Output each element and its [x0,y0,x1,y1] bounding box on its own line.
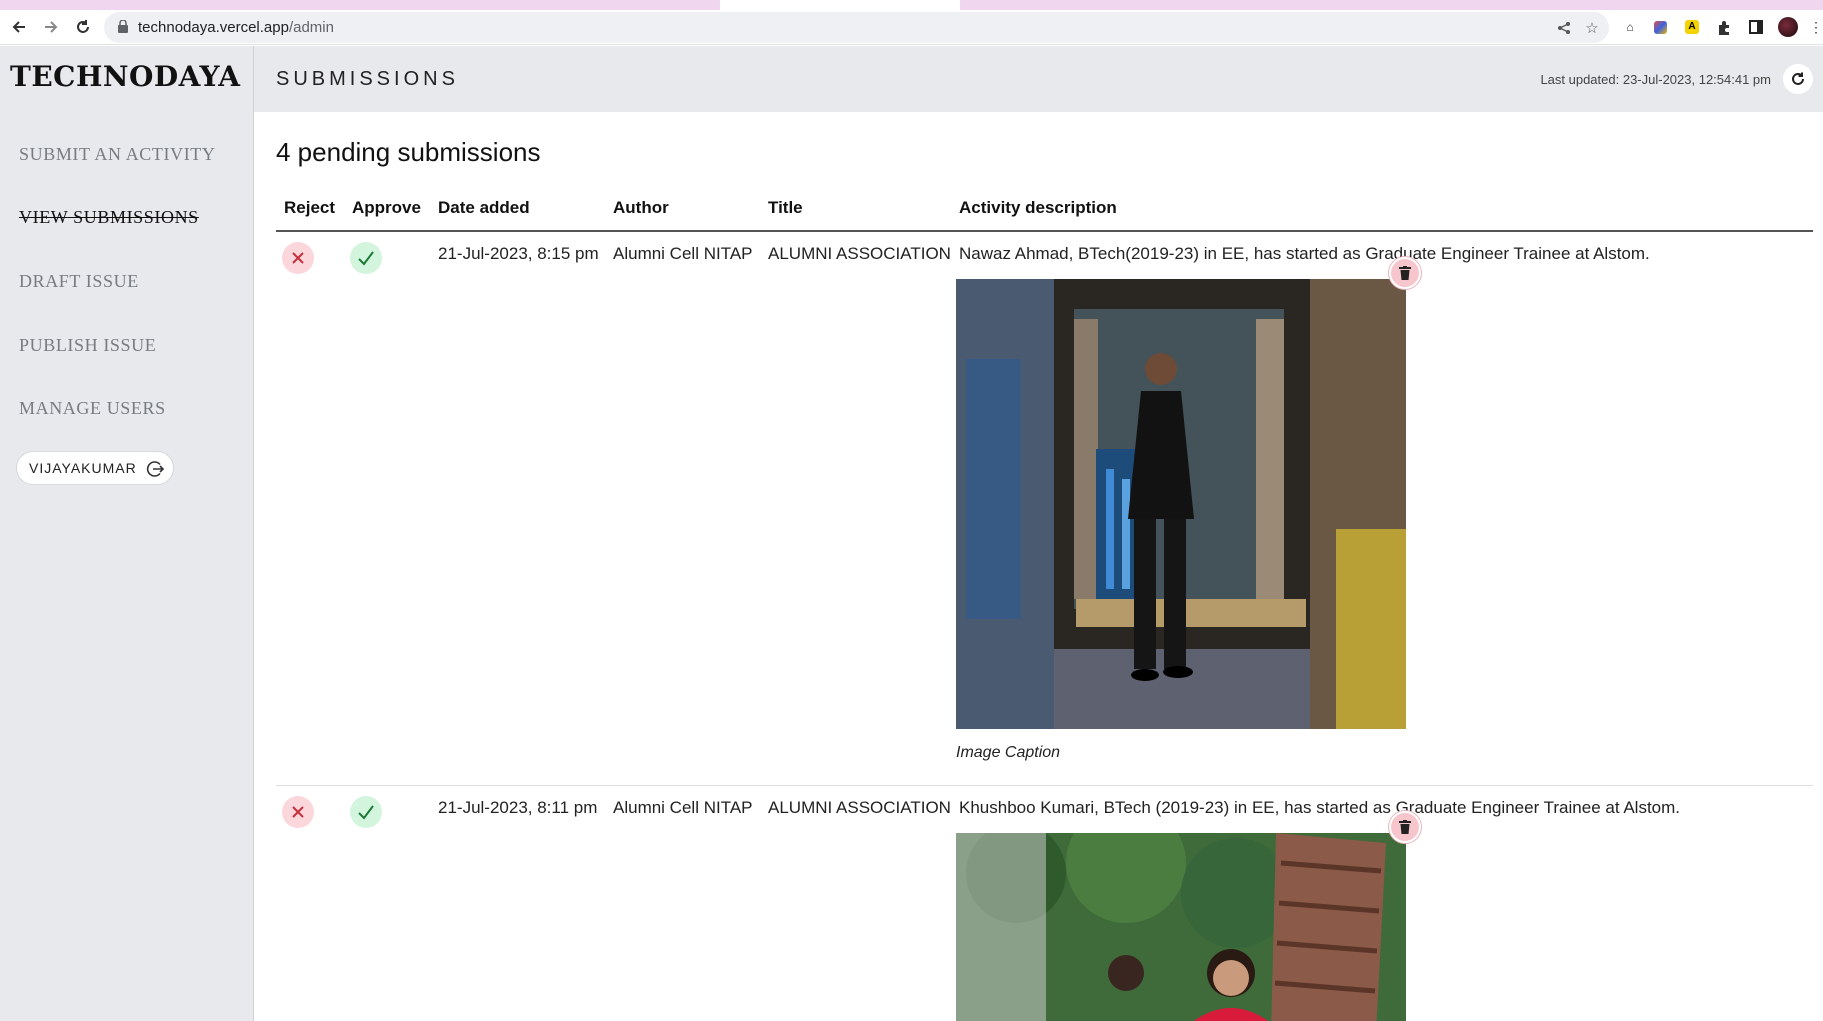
reject-button[interactable] [282,796,314,828]
title: ALUMNI ASSOCIATION [768,798,951,817]
page-title: SUBMISSIONS [276,68,459,90]
close-icon [292,252,304,264]
reject-button[interactable] [282,242,314,274]
extension-icon[interactable] [1650,17,1670,37]
delete-image-button[interactable] [1389,257,1421,289]
logout-button[interactable]: VIJAYAKUMAR [16,451,174,485]
author: Alumni Cell NITAP [613,798,753,817]
date-added: 21-Jul-2023, 8:15 pm [438,244,599,263]
active-tab[interactable] [720,0,960,10]
sidebar-item-submit-activity[interactable]: SUBMIT AN ACTIVITY [19,144,215,165]
url-host: technodaya.vercel.app [138,19,289,36]
sidebar-item-publish-issue[interactable]: PUBLISH ISSUE [19,335,156,356]
address-bar[interactable]: technodaya.vercel.app/admin ☆ [104,12,1609,43]
pending-count-heading: 4 pending submissions [276,137,541,167]
url-text: technodaya.vercel.app/admin [138,19,334,36]
forward-icon[interactable] [38,14,64,40]
tab-strip [0,0,1823,10]
url-path: /admin [288,19,334,36]
title: ALUMNI ASSOCIATION [768,244,951,263]
sidebar-item-manage-users[interactable]: MANAGE USERS [19,398,166,419]
column-approve: Approve [352,198,421,217]
submission-photo [956,833,1406,1021]
logout-icon [146,461,165,477]
table-header: Reject Approve Date added Author Title A… [276,198,1813,232]
date-added: 21-Jul-2023, 8:11 pm [438,798,598,817]
back-icon[interactable] [6,14,32,40]
activity-description: Khushboo Kumari, BTech (2019-23) in EE, … [959,798,1681,817]
reload-icon[interactable] [70,14,96,40]
star-icon[interactable]: ☆ [1582,18,1602,38]
delete-image-button[interactable] [1389,811,1421,843]
column-date-added: Date added [438,198,530,217]
main-content: 4 pending submissions Reject Approve Dat… [254,112,1823,1021]
extension-icon[interactable]: A [1682,17,1702,37]
share-icon[interactable] [1554,18,1574,38]
menu-icon[interactable]: ⋮ [1806,17,1823,37]
table-row: 21-Jul-2023, 8:11 pm Alumni Cell NITAP A… [276,786,1813,1021]
image-caption: Image Caption [956,744,1061,761]
author: Alumni Cell NITAP [613,244,753,263]
browser-toolbar: technodaya.vercel.app/admin ☆ ⌂ A ⋮ [0,10,1823,45]
submission-photo [956,279,1406,729]
extension-icon[interactable]: ⌂ [1620,17,1640,37]
page-header: SUBMISSIONS Last updated: 23-Jul-2023, 1… [254,46,1823,112]
logo[interactable]: TECHNODAYA [10,60,240,93]
activity-description: Nawaz Ahmad, BTech(2019-23) in EE, has s… [959,244,1650,263]
profile-avatar[interactable] [1778,17,1798,37]
sidepanel-icon[interactable] [1746,17,1766,37]
refresh-icon [1792,72,1804,85]
close-icon [292,806,304,818]
approve-button[interactable] [350,242,382,274]
sidebar-item-view-submissions[interactable]: VIEW SUBMISSIONS [19,207,199,228]
sidebar-item-draft-issue[interactable]: DRAFT ISSUE [19,271,139,292]
lock-icon[interactable] [118,20,128,33]
sidebar: TECHNODAYA SUBMIT AN ACTIVITY VIEW SUBMI… [0,46,254,1021]
check-icon [358,805,374,820]
column-title: Title [768,198,803,217]
check-icon [358,251,374,266]
username: VIJAYAKUMAR [29,460,137,476]
table-row: 21-Jul-2023, 8:15 pm Alumni Cell NITAP A… [276,232,1813,786]
last-updated: Last updated: 23-Jul-2023, 12:54:41 pm [1540,72,1771,87]
column-activity-description: Activity description [959,198,1117,217]
extension-icon[interactable] [1714,17,1734,37]
column-author: Author [613,198,669,217]
column-reject: Reject [284,198,336,217]
refresh-button[interactable] [1783,64,1813,94]
approve-button[interactable] [350,796,382,828]
trash-icon [1399,266,1411,280]
trash-icon [1399,820,1411,834]
